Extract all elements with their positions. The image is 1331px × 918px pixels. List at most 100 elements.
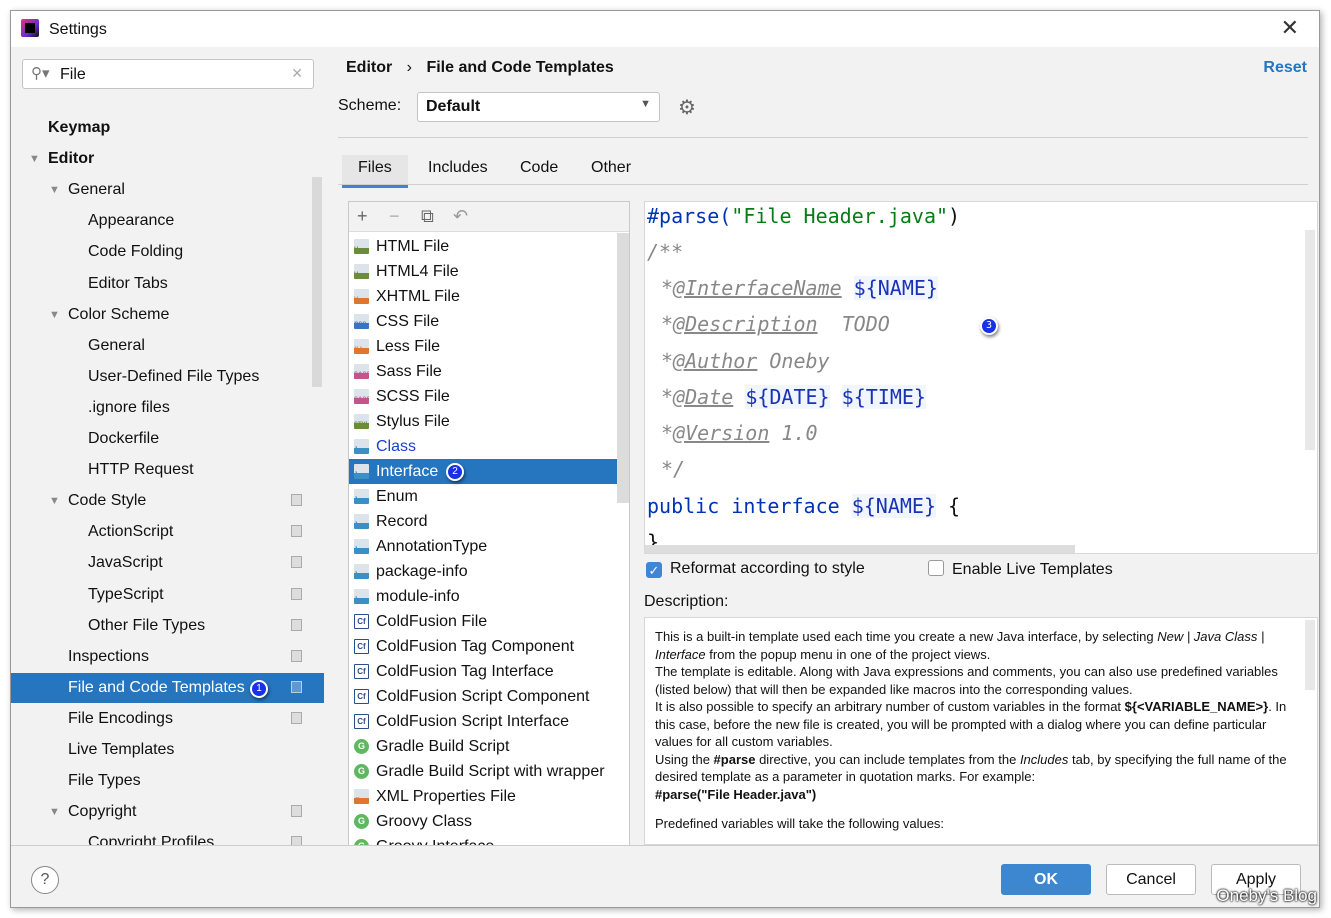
clear-search-icon[interactable]: ✕ (291, 65, 303, 82)
sidebar-item[interactable]: File and Code Templates 1 (11, 672, 324, 703)
template-name: SCSS File (376, 388, 450, 405)
expand-arrow-icon[interactable]: ▼ (49, 175, 60, 205)
template-list-item[interactable]: Cf ColdFusion File (349, 609, 617, 634)
sidebar-item[interactable]: Editor Tabs (11, 269, 324, 299)
template-list-item[interactable]: Cf ColdFusion Script Interface (349, 709, 617, 734)
sidebar-item[interactable]: File Types (11, 766, 324, 796)
expand-arrow-icon[interactable]: ▼ (49, 797, 60, 827)
sidebar-item[interactable]: Live Templates (11, 735, 324, 765)
file-type-icon: H (354, 264, 369, 279)
sidebar-item[interactable]: ActionScript (11, 517, 324, 547)
sidebar-item-label: User-Defined File Types (88, 367, 260, 385)
sidebar-item[interactable]: .ignore files (11, 393, 324, 423)
live-templates-checkbox[interactable]: Enable Live Templates (928, 560, 1113, 579)
project-settings-icon (291, 836, 302, 845)
template-list-item[interactable]: H HTML File (349, 234, 617, 259)
breadcrumb-editor[interactable]: Editor (346, 59, 392, 76)
sidebar-item[interactable]: Keymap (11, 113, 324, 143)
description-scrollbar[interactable] (1305, 620, 1315, 690)
sidebar-item[interactable]: ▼ Editor (11, 144, 324, 174)
editor-hscrollbar[interactable] (645, 545, 1075, 553)
sidebar-item[interactable]: Other File Types (11, 611, 324, 641)
template-list-item[interactable]: SASS Sass File (349, 359, 617, 384)
scheme-select[interactable]: Default ▼ (417, 92, 660, 122)
template-list-item[interactable]: H XHTML File (349, 284, 617, 309)
template-list-item[interactable]: Jpackage-info (349, 559, 617, 584)
template-list-item[interactable]: Cf ColdFusion Script Component (349, 684, 617, 709)
sidebar-item[interactable]: ▼ Code Style (11, 486, 324, 516)
breadcrumb-separator: › (406, 59, 412, 76)
annotation-badge-3: 3 (980, 317, 998, 335)
template-editor[interactable]: #parse("File Header.java") /** *@Interfa… (644, 201, 1318, 554)
template-list-item[interactable]: G Gradle Build Script (349, 734, 617, 759)
sidebar-item[interactable]: JavaScript (11, 548, 324, 578)
template-list-item[interactable]: J Class (349, 434, 617, 459)
cancel-button[interactable]: Cancel (1106, 864, 1196, 895)
live-templates-label: Enable Live Templates (952, 561, 1113, 578)
template-list-item[interactable]: J Record (349, 509, 617, 534)
template-list-item[interactable]: Jmodule-info (349, 584, 617, 609)
template-list-item[interactable]: J Interface 2 (349, 459, 617, 484)
javadoc-line: *@Date ${DATE} ${TIME} (661, 384, 926, 409)
template-variable: ${NAME} (853, 276, 938, 300)
template-list-item[interactable]: G Gradle Build Script with wrapper (349, 759, 617, 784)
sidebar-item-label: General (88, 336, 145, 354)
file-type-icon: Cf (354, 664, 369, 679)
reset-icon[interactable]: ↶ (453, 206, 468, 227)
ok-button[interactable]: OK (1001, 864, 1091, 895)
sidebar-item[interactable]: Appearance (11, 206, 324, 236)
expand-arrow-icon[interactable]: ▼ (49, 300, 60, 330)
sidebar-item[interactable]: Code Folding (11, 237, 324, 267)
template-list-item[interactable]: Cf ColdFusion Tag Interface (349, 659, 617, 684)
sidebar-item-label: Code Folding (88, 243, 184, 261)
template-list-item[interactable]: J AnnotationType (349, 534, 617, 559)
add-icon[interactable]: + (357, 206, 368, 227)
sidebar-item[interactable]: User-Defined File Types (11, 362, 324, 392)
sidebar-item[interactable]: File Encodings (11, 704, 324, 734)
template-list-item[interactable]: H HTML4 File (349, 259, 617, 284)
tab-includes[interactable]: Includes (428, 159, 488, 177)
template-list-item[interactable]: CSS CSS File (349, 309, 617, 334)
list-scrollbar[interactable] (617, 233, 629, 503)
file-type-icon: SASS (354, 389, 369, 404)
template-variable: ${TIME} (841, 384, 926, 409)
remove-icon[interactable]: − (389, 206, 400, 227)
template-list-item[interactable]: SASS SCSS File (349, 384, 617, 409)
template-list-item[interactable]: Cf ColdFusion Tag Component (349, 634, 617, 659)
template-list-item[interactable]: G Groovy Class (349, 809, 617, 834)
sidebar-item[interactable]: ▼ Color Scheme (11, 300, 324, 330)
reformat-checkbox[interactable]: ✓ Reformat according to style (646, 560, 865, 578)
sidebar-item-label: Inspections (68, 647, 149, 665)
search-input[interactable]: ⚲▾ File ✕ (22, 59, 314, 89)
expand-arrow-icon[interactable]: ▼ (49, 486, 60, 516)
reset-link[interactable]: Reset (1263, 59, 1307, 77)
help-button[interactable]: ? (31, 866, 59, 894)
sidebar-item-label: Editor Tabs (88, 274, 168, 292)
sidebar-item[interactable]: ▼ Copyright (11, 797, 324, 827)
template-list-item[interactable]: STYL Stylus File (349, 409, 617, 434)
sidebar-item[interactable]: ▼ General (11, 175, 324, 205)
editor-scrollbar[interactable] (1305, 230, 1315, 450)
list-toolbar: + − ⧉ ↶ (349, 202, 629, 232)
sidebar-item[interactable]: Dockerfile (11, 424, 324, 454)
annotation-badge-2: 2 (446, 463, 464, 481)
tab-code[interactable]: Code (520, 159, 558, 177)
file-type-icon: STYL (354, 414, 369, 429)
gear-icon[interactable]: ⚙ (678, 95, 696, 120)
sidebar-item[interactable]: TypeScript (11, 580, 324, 610)
template-list-item[interactable]: <> XML Properties File (349, 784, 617, 809)
tab-other[interactable]: Other (591, 159, 631, 177)
divider (338, 137, 1308, 138)
sidebar-item[interactable]: Copyright Profiles (11, 828, 324, 845)
javadoc-text (733, 385, 745, 409)
sidebar-scrollbar[interactable] (312, 177, 322, 387)
template-list-item[interactable]: {L} Less File (349, 334, 617, 359)
sidebar-item[interactable]: Inspections (11, 642, 324, 672)
expand-arrow-icon[interactable]: ▼ (29, 144, 40, 174)
template-list-item[interactable]: J Enum (349, 484, 617, 509)
project-settings-icon (291, 805, 302, 818)
copy-icon[interactable]: ⧉ (421, 206, 434, 227)
sidebar-item[interactable]: HTTP Request (11, 455, 324, 485)
sidebar-item[interactable]: General (11, 331, 324, 361)
close-icon[interactable]: ✕ (1281, 15, 1299, 41)
